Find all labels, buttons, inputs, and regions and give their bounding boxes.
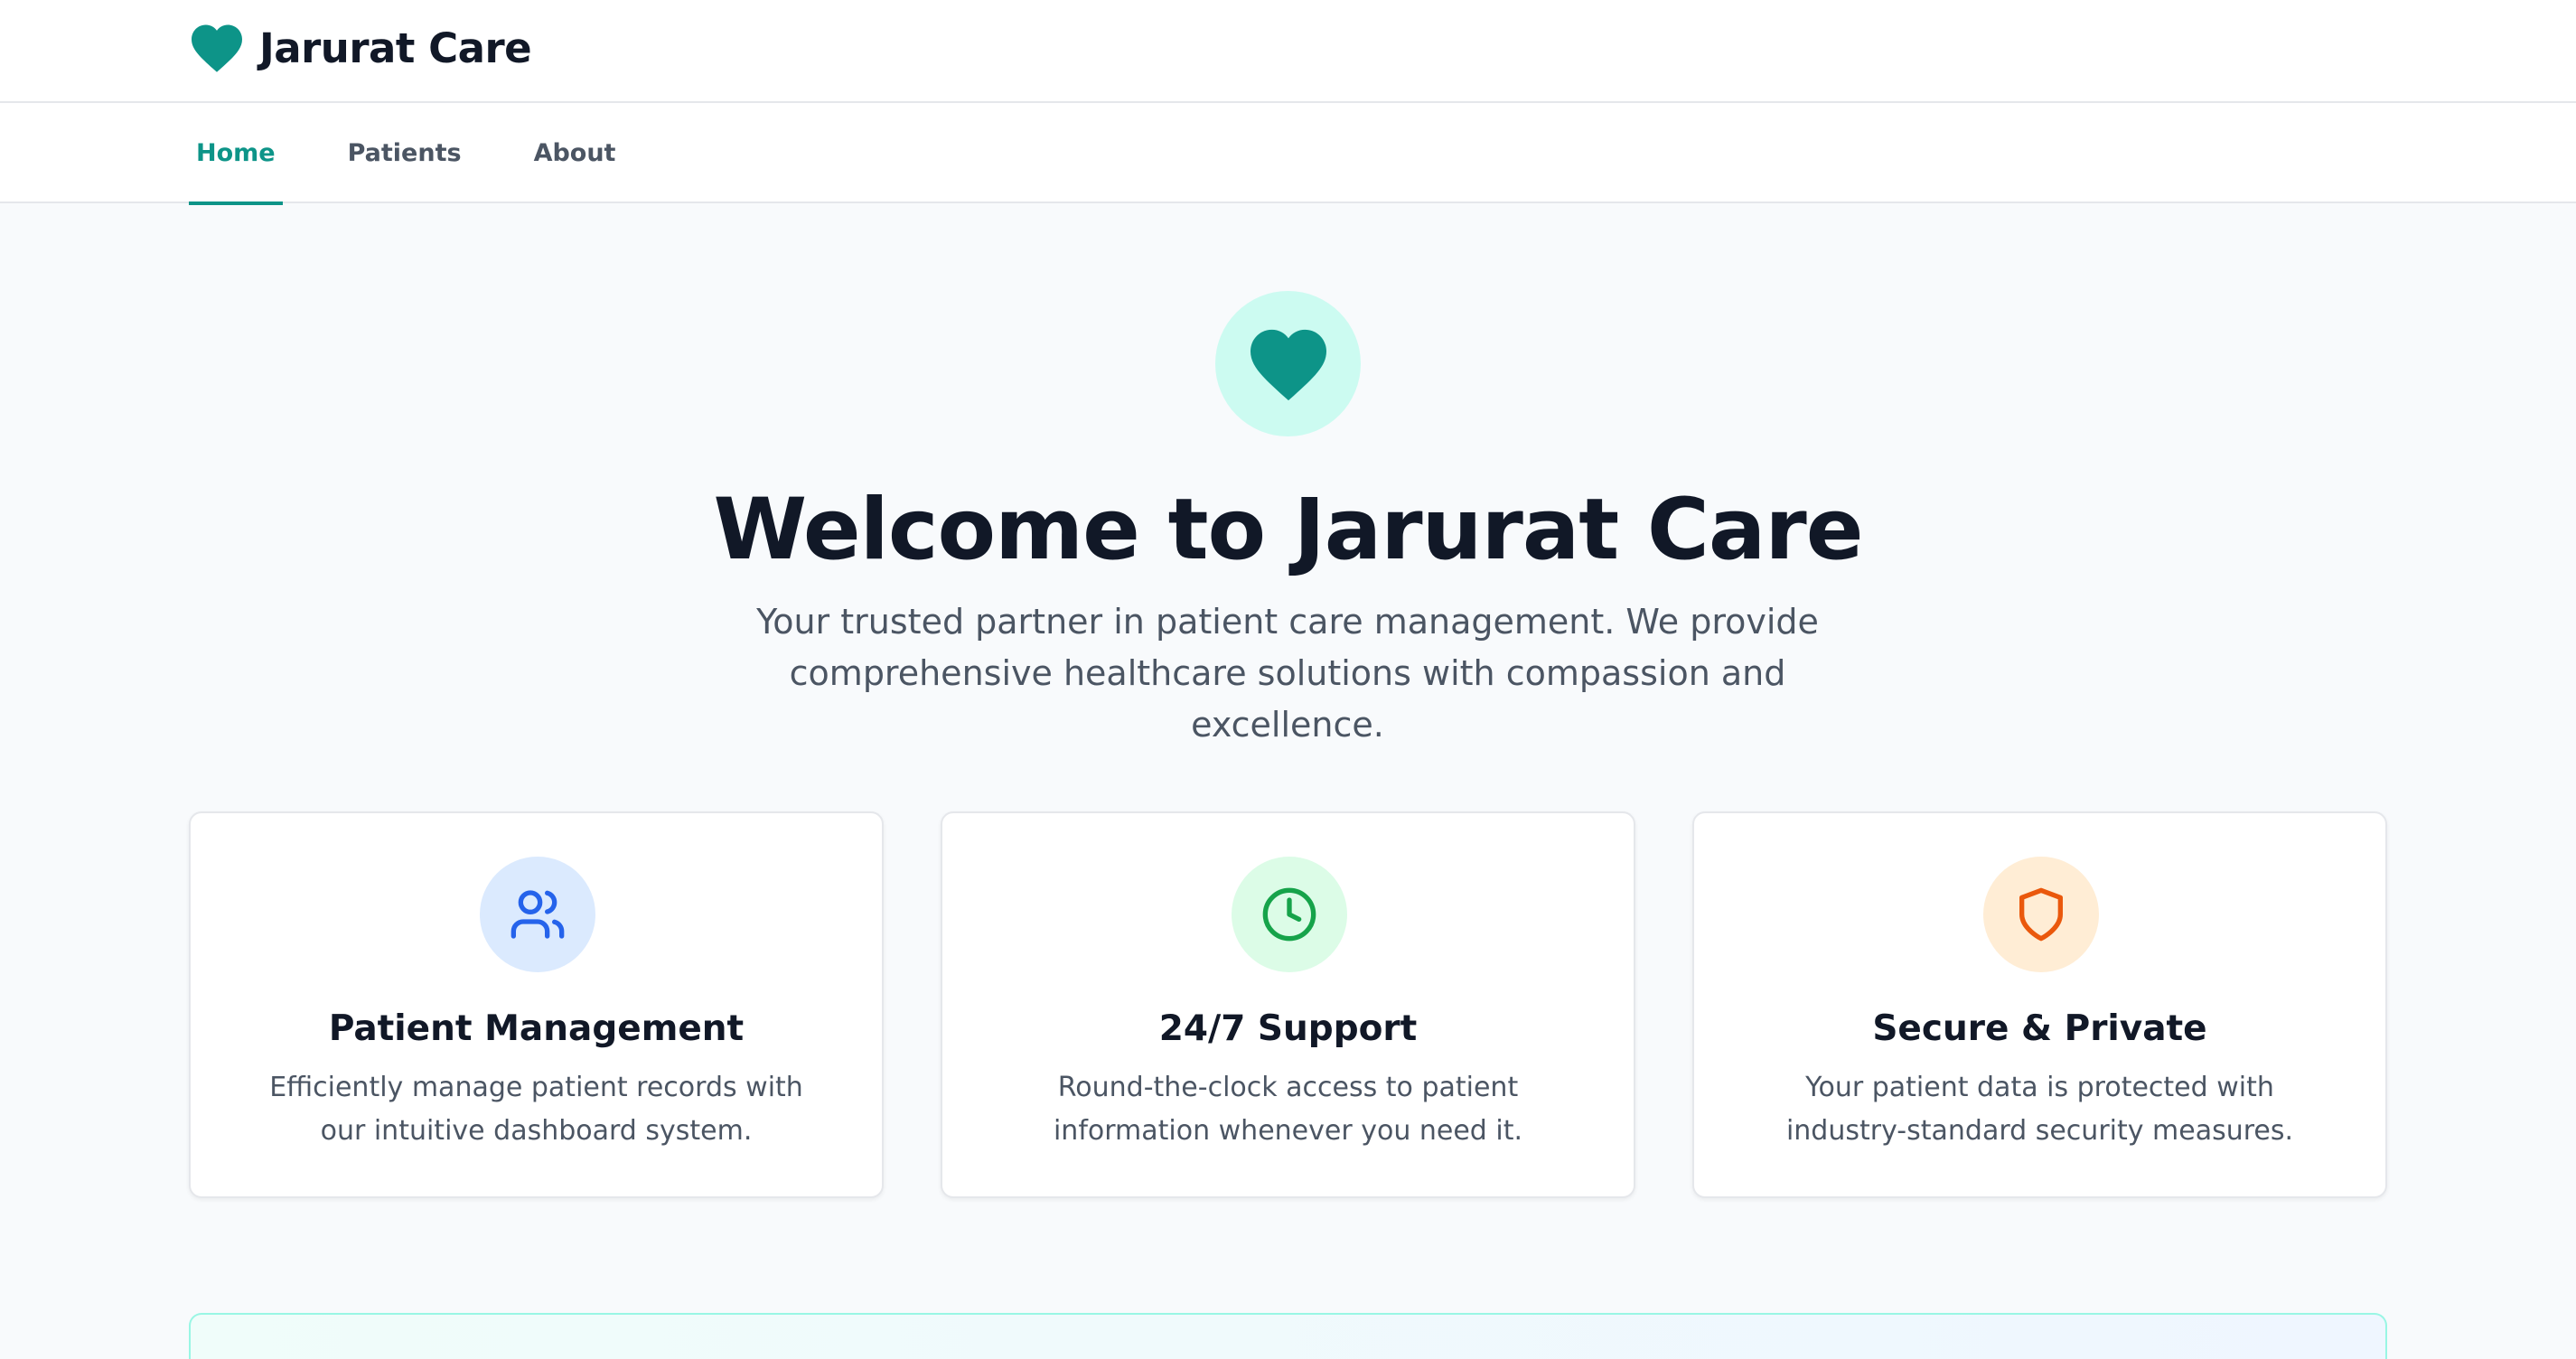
- feature-title: Patient Management: [328, 1008, 745, 1049]
- users-icon: [511, 890, 565, 939]
- hero-subtitle: Your trusted partner in patient care man…: [756, 602, 1819, 745]
- feature-title: Secure & Private: [1872, 1008, 2207, 1049]
- feature-icon-badge: [1983, 857, 2099, 972]
- feature-card-patient-management: Patient Management Efficiently manage pa…: [189, 811, 884, 1198]
- nav-tab-home[interactable]: Home: [189, 103, 283, 205]
- app-header: Jarurat Care: [0, 0, 2576, 103]
- main-nav: Home Patients About: [0, 103, 2576, 205]
- clock-icon: [1262, 887, 1316, 942]
- brand-logo[interactable]: Jarurat Care: [189, 19, 532, 77]
- feature-description: Efficiently manage patient records with …: [269, 1072, 803, 1147]
- heart-icon: [192, 24, 242, 72]
- hero-icon-badge: [1215, 291, 1361, 436]
- nav-tab-about[interactable]: About: [527, 103, 623, 203]
- feature-icon-badge: [480, 857, 595, 972]
- hero-title: Welcome to Jarurat Care: [713, 481, 1864, 579]
- feature-card-security: Secure & Private Your patient data is pr…: [1692, 811, 2387, 1198]
- cta-panel: [189, 1313, 2387, 1359]
- shield-icon: [2019, 887, 2063, 942]
- feature-description: Your patient data is protected with indu…: [1785, 1072, 2294, 1147]
- heart-icon: [1250, 329, 1326, 400]
- feature-card-support: 24/7 Support Round-the-clock access to p…: [941, 811, 1635, 1198]
- brand-name: Jarurat Care: [259, 23, 532, 72]
- nav-tab-patients[interactable]: Patients: [341, 103, 469, 203]
- feature-icon-badge: [1232, 857, 1347, 972]
- nav-tabs: Home Patients About: [189, 103, 680, 205]
- feature-description: Round-the-clock access to patient inform…: [1053, 1072, 1523, 1147]
- feature-title: 24/7 Support: [1158, 1008, 1418, 1049]
